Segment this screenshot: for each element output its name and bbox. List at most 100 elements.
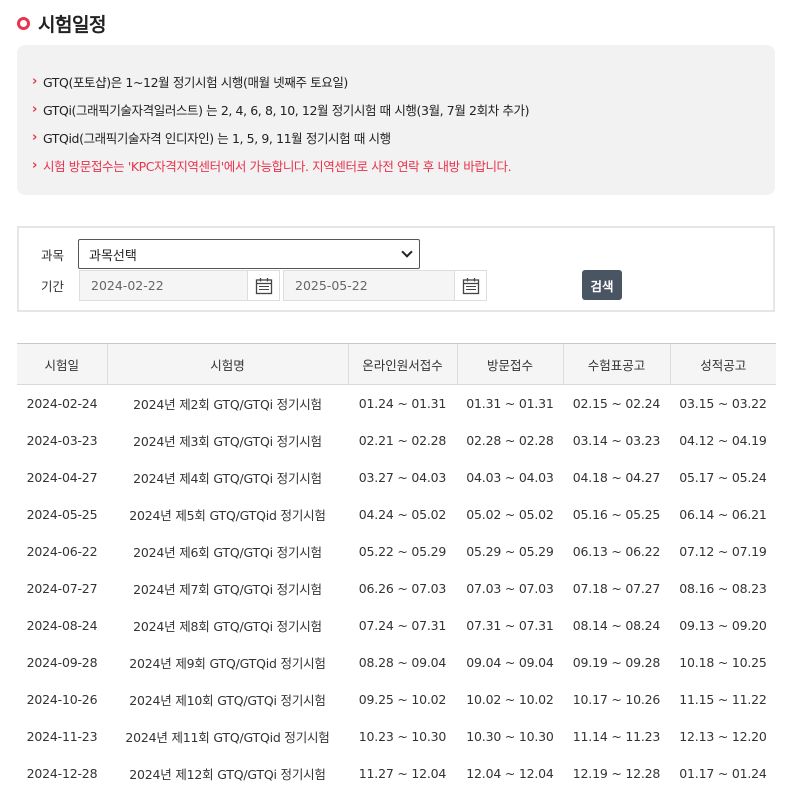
table-row: 2024-04-27 2024년 제4회 GTQ/GTQi 정기시험 03.27 ~… — [17, 459, 776, 496]
subject-select[interactable]: 과목선택 — [78, 239, 420, 269]
period-row: 기간 — [19, 270, 79, 301]
cell-admission-ticket: 04.18 ~ 04.27 — [572, 469, 661, 485]
header-score-announcement: 성적공고 — [669, 343, 776, 385]
cell-visit-application: 04.03 ~ 04.03 — [466, 469, 554, 485]
cell-admission-ticket: 08.14 ~ 08.24 — [572, 617, 661, 633]
chevron-right-icon: › — [32, 157, 37, 173]
subject-label: 과목 — [41, 247, 65, 263]
end-date-field[interactable]: 2025-05-22 — [283, 270, 487, 301]
cell-score-announcement: 06.14 ~ 06.21 — [679, 506, 767, 522]
notice-item: › GTQi(그래픽기술자격일러스트) 는 2, 4, 6, 8, 10, 12… — [32, 95, 775, 123]
cell-score-announcement: 09.13 ~ 09.20 — [679, 617, 767, 633]
cell-score-announcement: 10.18 ~ 10.25 — [679, 654, 767, 670]
subject-select-value: 과목선택 — [89, 248, 137, 264]
cell-online-application: 03.27 ~ 04.03 — [358, 469, 447, 485]
cell-exam-name: 2024년 제7회 GTQ/GTQi 정기시험 — [133, 581, 322, 597]
cell-admission-ticket: 11.14 ~ 11.23 — [572, 728, 661, 744]
chevron-right-icon: › — [32, 73, 37, 89]
start-date-field[interactable]: 2024-02-22 — [79, 270, 280, 301]
cell-exam-date: 2024-09-28 — [26, 654, 98, 670]
table-header-row: 시험일 시험명 온라인원서접수 방문접수 수험표공고 성적공고 — [17, 343, 776, 385]
cell-exam-date: 2024-08-24 — [26, 617, 98, 633]
cell-visit-application: 10.02 ~ 10.02 — [466, 691, 554, 707]
cell-online-application: 08.28 ~ 09.04 — [358, 654, 447, 670]
cell-admission-ticket: 03.14 ~ 03.23 — [572, 432, 661, 448]
cell-score-announcement: 01.17 ~ 01.24 — [679, 765, 767, 781]
notice-item-highlight: › 시험 방문접수는 'KPC자격지역센터'에서 가능합니다. 지역센터로 사전… — [32, 151, 775, 179]
cell-exam-name: 2024년 제9회 GTQ/GTQid 정기시험 — [129, 655, 326, 671]
cell-online-application: 05.22 ~ 05.29 — [358, 543, 447, 559]
cell-admission-ticket: 06.13 ~ 06.22 — [572, 543, 661, 559]
cell-visit-application: 07.31 ~ 07.31 — [466, 617, 554, 633]
cell-visit-application: 12.04 ~ 12.04 — [466, 765, 554, 781]
header-visit-application: 방문접수 — [456, 343, 563, 385]
cell-exam-date: 2024-04-27 — [26, 469, 98, 485]
cell-score-announcement: 08.16 ~ 08.23 — [679, 580, 767, 596]
bullet-circle-icon — [17, 16, 30, 30]
page-title: 시험일정 — [17, 10, 106, 36]
table-row: 2024-03-23 2024년 제3회 GTQ/GTQi 정기시험 02.21 ~… — [17, 422, 776, 459]
cell-admission-ticket: 07.18 ~ 07.27 — [572, 580, 661, 596]
cell-visit-application: 01.31 ~ 01.31 — [466, 395, 554, 411]
notice-item: › GTQ(포토샵)은 1~12월 정기시험 시행(매월 넷째주 토요일) — [32, 67, 775, 95]
subject-row: 과목 — [19, 239, 79, 269]
chevron-right-icon: › — [32, 101, 37, 117]
search-form: 과목 과목선택 기간 2024-02-22 2025-05-22 검색 — [17, 226, 775, 312]
header-online-application: 온라인원서접수 — [347, 343, 457, 385]
table-row: 2024-07-27 2024년 제7회 GTQ/GTQi 정기시험 06.26 ~… — [17, 570, 776, 607]
notice-text: GTQi(그래픽기술자격일러스트) 는 2, 4, 6, 8, 10, 12월 … — [42, 102, 530, 118]
cell-exam-name: 2024년 제10회 GTQ/GTQi 정기시험 — [129, 692, 326, 708]
table-row: 2024-08-24 2024년 제8회 GTQ/GTQi 정기시험 07.24 ~… — [17, 607, 776, 644]
cell-exam-name: 2024년 제5회 GTQ/GTQid 정기시험 — [129, 507, 326, 523]
cell-exam-name: 2024년 제12회 GTQ/GTQi 정기시험 — [129, 766, 326, 782]
cell-exam-date: 2024-03-23 — [26, 432, 98, 448]
header-exam-name: 시험명 — [106, 343, 348, 385]
table-row: 2024-09-28 2024년 제9회 GTQ/GTQid 정기시험 08.28 … — [17, 644, 776, 681]
table-row: 2024-02-24 2024년 제2회 GTQ/GTQi 정기시험 01.24 ~… — [17, 385, 776, 422]
cell-exam-date: 2024-05-25 — [26, 506, 98, 522]
search-button[interactable]: 검색 — [582, 270, 622, 300]
cell-exam-date: 2024-06-22 — [26, 543, 98, 559]
cell-exam-name: 2024년 제6회 GTQ/GTQi 정기시험 — [133, 544, 322, 560]
cell-visit-application: 02.28 ~ 02.28 — [466, 432, 554, 448]
cell-score-announcement: 03.15 ~ 03.22 — [679, 395, 767, 411]
cell-score-announcement: 04.12 ~ 04.19 — [679, 432, 767, 448]
cell-visit-application: 07.03 ~ 07.03 — [466, 580, 554, 596]
cell-exam-date: 2024-02-24 — [26, 395, 98, 411]
cell-visit-application: 09.04 ~ 09.04 — [466, 654, 554, 670]
cell-online-application: 09.25 ~ 10.02 — [358, 691, 447, 707]
cell-exam-name: 2024년 제4회 GTQ/GTQi 정기시험 — [133, 470, 322, 486]
table-row: 2024-10-26 2024년 제10회 GTQ/GTQi 정기시험 09.25 … — [17, 681, 776, 718]
chevron-right-icon: › — [32, 129, 37, 145]
cell-exam-name: 2024년 제3회 GTQ/GTQi 정기시험 — [133, 433, 322, 449]
chevron-down-icon — [401, 246, 413, 258]
cell-admission-ticket: 05.16 ~ 05.25 — [572, 506, 661, 522]
cell-exam-date: 2024-11-23 — [26, 728, 98, 744]
cell-score-announcement: 12.13 ~ 12.20 — [679, 728, 767, 744]
cell-admission-ticket: 10.17 ~ 10.26 — [572, 691, 661, 707]
header-exam-date: 시험일 — [17, 343, 107, 385]
cell-exam-name: 2024년 제2회 GTQ/GTQi 정기시험 — [133, 396, 322, 412]
notice-text: GTQ(포토샵)은 1~12월 정기시험 시행(매월 넷째주 토요일) — [42, 74, 348, 90]
period-label: 기간 — [41, 279, 65, 294]
cell-exam-name: 2024년 제8회 GTQ/GTQi 정기시험 — [133, 618, 322, 634]
page-title-text: 시험일정 — [38, 13, 106, 36]
cell-score-announcement: 05.17 ~ 05.24 — [679, 469, 767, 485]
notice-box: › GTQ(포토샵)은 1~12월 정기시험 시행(매월 넷째주 토요일) › … — [17, 45, 775, 195]
calendar-icon[interactable] — [454, 271, 486, 300]
header-admission-ticket: 수험표공고 — [562, 343, 670, 385]
table-row: 2024-06-22 2024년 제6회 GTQ/GTQi 정기시험 05.22 ~… — [17, 533, 776, 570]
cell-online-application: 01.24 ~ 01.31 — [358, 395, 447, 411]
cell-online-application: 02.21 ~ 02.28 — [358, 432, 447, 448]
cell-online-application: 04.24 ~ 05.02 — [358, 506, 447, 522]
cell-online-application: 06.26 ~ 07.03 — [358, 580, 447, 596]
cell-exam-date: 2024-07-27 — [26, 580, 98, 596]
cell-score-announcement: 11.15 ~ 11.22 — [679, 691, 767, 707]
cell-visit-application: 05.29 ~ 05.29 — [466, 543, 554, 559]
calendar-icon[interactable] — [247, 271, 279, 300]
notice-text: GTQid(그래픽기술자격 인디자인) 는 1, 5, 9, 11월 정기시험 … — [42, 130, 391, 146]
cell-online-application: 07.24 ~ 07.31 — [358, 617, 447, 633]
end-date-value: 2025-05-22 — [295, 278, 368, 293]
notice-item: › GTQid(그래픽기술자격 인디자인) 는 1, 5, 9, 11월 정기시… — [32, 123, 775, 151]
cell-exam-date: 2024-12-28 — [26, 765, 98, 781]
